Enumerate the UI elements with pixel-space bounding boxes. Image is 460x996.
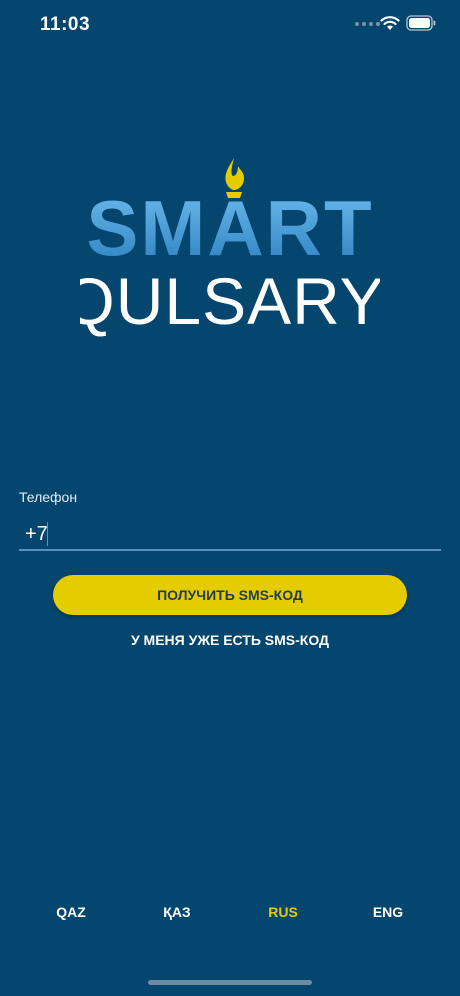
home-indicator[interactable] bbox=[148, 980, 312, 985]
svg-text:QULSARY: QULSARY bbox=[80, 264, 380, 338]
language-selector: QAZ ҚАЗ RUS ENG bbox=[0, 904, 460, 926]
status-time: 11:03 bbox=[40, 14, 91, 35]
lang-qaz[interactable]: QAZ bbox=[41, 904, 101, 920]
wifi-icon bbox=[380, 16, 400, 30]
phone-label: Телефон bbox=[19, 489, 78, 505]
phone-input[interactable] bbox=[19, 519, 441, 551]
svg-text:SMART: SMART bbox=[86, 184, 373, 272]
status-bar: 11:03 bbox=[0, 0, 460, 52]
lang-rus[interactable]: RUS bbox=[253, 904, 313, 920]
text-caret bbox=[47, 522, 48, 546]
have-sms-code-link[interactable]: У МЕНЯ УЖЕ ЕСТЬ SMS-КОД bbox=[0, 632, 460, 648]
get-sms-code-button[interactable]: ПОЛУЧИТЬ SMS-КОД bbox=[53, 575, 407, 615]
battery-icon bbox=[406, 15, 436, 31]
lang-kaz-cyrillic[interactable]: ҚАЗ bbox=[147, 904, 207, 920]
smart-qulsary-logo: SMART QULSARY bbox=[80, 158, 380, 338]
cellular-signal-icon bbox=[355, 22, 380, 26]
lang-eng[interactable]: ENG bbox=[358, 904, 418, 920]
